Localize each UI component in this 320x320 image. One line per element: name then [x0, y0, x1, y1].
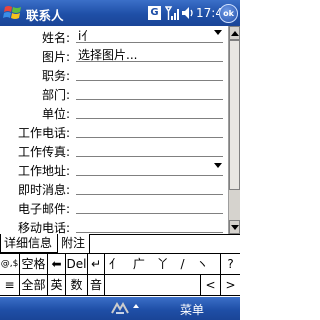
scroll-down-arrow-icon[interactable]	[229, 220, 240, 234]
form-row: 移动电话:	[0, 216, 228, 234]
field-underline	[76, 232, 223, 233]
tab-notes[interactable]: 附注	[58, 234, 90, 253]
input-method-arrow-icon[interactable]	[133, 304, 139, 308]
windows-logo-icon[interactable]	[3, 3, 23, 23]
field-label: 部门:	[41, 88, 70, 102]
number-key[interactable]: 数	[66, 275, 88, 296]
form-row: 即时消息:	[0, 178, 228, 197]
input-method-icon[interactable]	[110, 301, 130, 315]
field-underline	[76, 61, 223, 62]
field-label: 电子邮件:	[17, 202, 70, 216]
form-row: 单位:	[0, 102, 228, 121]
backspace-key[interactable]: ⬅	[48, 254, 66, 275]
enter-key[interactable]: ↵	[88, 254, 105, 275]
gprs-indicator: G	[148, 6, 161, 20]
app-title: 联系人	[26, 8, 64, 23]
field-underline	[76, 99, 223, 100]
dropdown-arrow-icon[interactable]	[214, 30, 222, 35]
pinyin-key[interactable]: 音	[88, 275, 105, 296]
field-underline	[76, 118, 223, 119]
candidate-blank	[105, 275, 200, 296]
symbols-key[interactable]: @,$	[0, 254, 20, 275]
form-row: 图片: 选择图片...	[0, 45, 228, 64]
field-underline	[76, 175, 223, 176]
menu-softkey[interactable]: 菜单	[180, 301, 204, 318]
speaker-icon[interactable]	[180, 5, 194, 21]
title-bar: 联系人 G 17:49 ok	[0, 0, 240, 26]
prev-page-key[interactable]: <	[200, 275, 220, 296]
signal-icon[interactable]	[165, 5, 179, 21]
scroll-up-arrow-icon[interactable]	[229, 26, 240, 40]
field-underline	[76, 194, 223, 195]
english-key[interactable]: 英	[48, 275, 66, 296]
field-underline	[76, 156, 223, 157]
form-row: 电子邮件:	[0, 197, 228, 216]
field-label: 即时消息:	[17, 183, 70, 197]
tab-strip: 详细信息 附注	[0, 234, 240, 253]
all-key[interactable]: 全部	[20, 275, 48, 296]
form-row: 姓名: i亻	[0, 26, 228, 45]
candidate-list[interactable]: 亻 广 丫 / ヽ	[105, 254, 220, 275]
vertical-scrollbar[interactable]	[228, 26, 240, 234]
space-key[interactable]: 空格	[20, 254, 48, 275]
tab-details[interactable]: 详细信息	[0, 234, 58, 253]
help-key[interactable]: ?	[220, 254, 240, 275]
bottom-bar: 菜单	[0, 297, 240, 320]
field-underline	[76, 213, 223, 214]
field-label: 单位:	[41, 107, 70, 121]
form-row: 工作地址:	[0, 159, 228, 178]
field-label: 工作地址:	[17, 164, 70, 178]
input-panel: @,$ 空格 ⬅ Del ↵ 亻 广 丫 / ヽ ? ≡ 全部 英 数 音 < …	[0, 253, 240, 297]
form-row: 部门:	[0, 83, 228, 102]
scroll-thumb[interactable]	[229, 40, 240, 190]
ok-button[interactable]: ok	[219, 4, 238, 23]
field-label: 移动电话:	[17, 221, 70, 234]
field-underline	[76, 137, 223, 138]
field-label: 姓名:	[41, 31, 70, 45]
form-row: 工作电话:	[0, 121, 228, 140]
contact-form: 姓名: i亻 图片: 选择图片... 职务: 部门: 单位: 工作电话: 工作传真: 工作地址: 即…	[0, 26, 228, 234]
form-row: 工作传真:	[0, 140, 228, 159]
field-underline	[76, 80, 223, 81]
field-label: 工作传真:	[17, 145, 70, 159]
dropdown-arrow-icon[interactable]	[214, 163, 222, 168]
form-row: 职务:	[0, 64, 228, 83]
field-underline	[76, 42, 223, 43]
list-menu-icon[interactable]: ≡	[0, 275, 20, 296]
next-page-key[interactable]: >	[220, 275, 240, 296]
field-label: 图片:	[41, 50, 70, 64]
delete-key[interactable]: Del	[66, 254, 88, 275]
field-label: 工作电话:	[17, 126, 70, 140]
field-label: 职务:	[41, 69, 70, 83]
